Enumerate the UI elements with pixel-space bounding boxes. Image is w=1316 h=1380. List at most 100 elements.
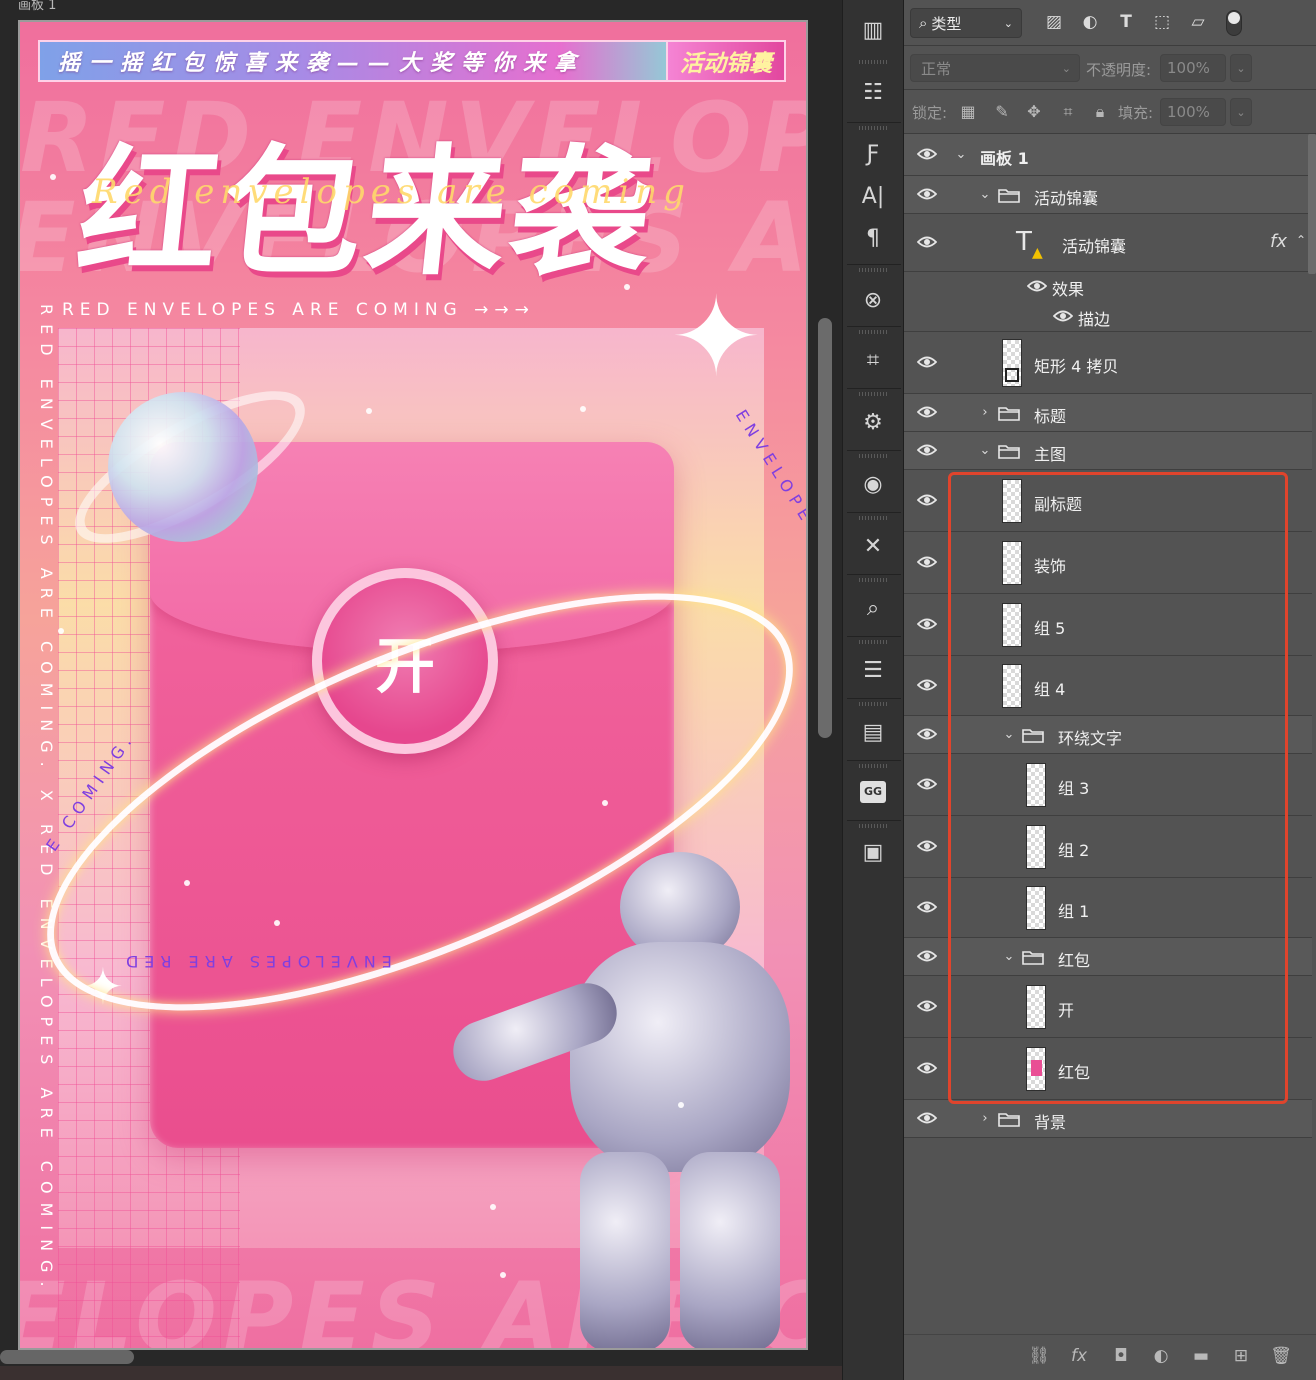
glyphs-icon[interactable]: Ƒ xyxy=(853,134,893,174)
visibility-eye-icon[interactable] xyxy=(916,234,938,256)
visibility-eye-icon[interactable] xyxy=(916,776,938,798)
chevron-down-icon[interactable]: ⌄ xyxy=(1002,950,1016,964)
filter-type-select[interactable]: ⌕ 类型 ⌄ xyxy=(910,8,1022,38)
chevron-down-icon[interactable]: ⌄ xyxy=(978,188,992,202)
gg-icon[interactable]: GG xyxy=(853,772,893,812)
mask-icon[interactable]: ◘ xyxy=(1108,1343,1134,1369)
layer-row[interactable]: ⌄ 红包 xyxy=(904,938,1312,976)
lock-position-icon[interactable]: ✥ xyxy=(1022,100,1046,124)
fx-icon[interactable]: fx xyxy=(1066,1343,1092,1369)
visibility-eye-icon[interactable] xyxy=(916,554,938,576)
opacity-dropdown[interactable]: ⌄ xyxy=(1230,54,1252,82)
visibility-eye-icon[interactable] xyxy=(916,899,938,921)
magnify-icon[interactable]: ⌕ xyxy=(853,588,893,628)
layer-row[interactable]: 组 4 xyxy=(904,656,1312,716)
chevron-down-icon[interactable]: ⌄ xyxy=(954,148,968,162)
history-brush-icon[interactable]: ▥ xyxy=(853,10,893,50)
smart-object-filter-icon[interactable]: ▱ xyxy=(1186,12,1210,34)
lock-all-icon[interactable]: 🔒︎ xyxy=(1088,100,1112,124)
visibility-eye-icon[interactable] xyxy=(916,1110,938,1132)
visibility-eye-icon[interactable] xyxy=(916,186,938,208)
artboard[interactable]: RED ENVELOPES ENVELOPES ARE ELOPES ARE C… xyxy=(18,20,808,1350)
canvas-vertical-scrollbar[interactable] xyxy=(818,318,832,738)
chevron-down-icon[interactable]: ⌄ xyxy=(978,444,992,458)
shape-filter-icon[interactable]: ⬚ xyxy=(1150,12,1174,34)
canvas-horizontal-scrollbar[interactable] xyxy=(0,1350,134,1364)
layer-row[interactable]: 组 1 xyxy=(904,878,1312,938)
type-filter-icon[interactable]: T xyxy=(1114,12,1138,34)
collapse-effects-icon[interactable]: ⌃ xyxy=(1296,233,1306,247)
book-icon[interactable]: ▣ xyxy=(853,832,893,872)
layer-row[interactable]: 开 xyxy=(904,976,1312,1038)
chevron-right-icon[interactable]: › xyxy=(978,1112,992,1126)
visibility-eye-icon[interactable] xyxy=(916,838,938,860)
libraries-icon[interactable]: ☰ xyxy=(853,650,893,690)
adjustment-icon[interactable]: ◐ xyxy=(1148,1343,1174,1369)
layer-list-scrollbar[interactable] xyxy=(1308,134,1316,274)
adjustment-filter-icon[interactable]: ◐ xyxy=(1078,12,1102,34)
layer-row[interactable]: › 标题 xyxy=(904,394,1312,432)
layer-row[interactable]: ⌄ 活动锦囊 xyxy=(904,176,1312,214)
effect-eye-icon[interactable] xyxy=(1026,278,1048,300)
visibility-eye-icon[interactable] xyxy=(916,442,938,464)
character-icon[interactable]: A| xyxy=(853,176,893,216)
chevron-down-icon: ⌄ xyxy=(1003,16,1013,30)
blend-row: 正常 ⌄ 不透明度: 100% ⌄ xyxy=(904,46,1316,90)
visibility-eye-icon[interactable] xyxy=(916,726,938,748)
lock-transparent-icon[interactable]: ▦ xyxy=(956,100,980,124)
layer-row[interactable]: 红包 xyxy=(904,1038,1312,1100)
group-folder-icon[interactable]: ▬ xyxy=(1188,1343,1214,1369)
chevron-down-icon[interactable]: ⌄ xyxy=(1002,728,1016,742)
layer-row[interactable]: 组 5 xyxy=(904,594,1312,656)
layer-row[interactable]: 装饰 xyxy=(904,532,1312,594)
layers-panel: ⌕ 类型 ⌄ ▨ ◐ T ⬚ ▱ 正常 ⌄ 不透明度: 100% ⌄ 锁定: ▦… xyxy=(904,0,1316,1380)
filter-toggle[interactable] xyxy=(1226,10,1242,36)
chevron-right-icon[interactable]: › xyxy=(978,406,992,420)
layer-row[interactable]: 描边 xyxy=(904,300,1312,332)
visibility-eye-icon[interactable] xyxy=(916,948,938,970)
plugins-icon[interactable]: ⚙ xyxy=(853,402,893,442)
visibility-eye-icon[interactable] xyxy=(916,616,938,638)
actions-icon[interactable]: ▤ xyxy=(853,712,893,752)
visibility-eye-icon[interactable] xyxy=(916,492,938,514)
effect-eye-icon[interactable] xyxy=(1052,308,1074,330)
visibility-eye-icon[interactable] xyxy=(916,677,938,699)
layer-row[interactable]: 副标题 xyxy=(904,470,1312,532)
layer-row[interactable]: ⌄ 环绕文字 xyxy=(904,716,1312,754)
visibility-eye-icon[interactable] xyxy=(916,404,938,426)
layer-comps-icon[interactable]: ✕ xyxy=(853,526,893,566)
banner-text: 摇一摇红包惊喜来袭——大奖等你来拿 xyxy=(58,51,586,76)
blend-mode-select[interactable]: 正常 ⌄ xyxy=(910,54,1080,82)
layer-row[interactable]: 矩形 4 拷贝 xyxy=(904,332,1312,394)
layer-row[interactable]: ⌄ 画板 1 xyxy=(904,134,1312,176)
adjustments-icon[interactable]: ☷ xyxy=(853,72,893,112)
fill-field[interactable]: 100% xyxy=(1160,98,1226,126)
layer-row[interactable]: 效果 xyxy=(904,272,1312,300)
layer-row[interactable]: ⌄ 主图 xyxy=(904,432,1312,470)
3d-icon[interactable]: ⊗ xyxy=(853,280,893,320)
visibility-eye-icon[interactable] xyxy=(916,354,938,376)
lock-paint-icon[interactable]: ✎ xyxy=(990,100,1014,124)
comps-icon[interactable]: ◉ xyxy=(853,464,893,504)
layer-row[interactable]: 组 2 xyxy=(904,816,1312,878)
delete-icon[interactable]: 🗑︎ xyxy=(1268,1343,1294,1369)
layer-row[interactable]: 组 3 xyxy=(904,754,1312,816)
layer-name: 矩形 4 拷贝 xyxy=(1034,357,1119,376)
layer-name: 活动锦囊 xyxy=(1034,189,1099,208)
fx-badge[interactable]: fx xyxy=(1270,231,1287,252)
crop-icon[interactable]: ⌗ xyxy=(853,340,893,380)
layer-thumbnail xyxy=(1026,825,1046,869)
pixel-filter-icon[interactable]: ▨ xyxy=(1042,12,1066,34)
fill-dropdown[interactable]: ⌄ xyxy=(1230,98,1252,126)
lock-artboard-icon[interactable]: ⌗ xyxy=(1056,100,1080,124)
layer-row[interactable]: T ▲ fx ⌃ 活动锦囊 xyxy=(904,214,1312,272)
new-layer-icon[interactable]: ⊞ xyxy=(1228,1343,1254,1369)
paragraph-icon[interactable]: ¶ xyxy=(853,218,893,258)
link-icon[interactable]: ⛓ xyxy=(1026,1343,1052,1369)
visibility-eye-icon[interactable] xyxy=(916,998,938,1020)
document-canvas-area[interactable]: 画板 1 RED ENVELOPES ENVELOPES ARE ELOPES … xyxy=(0,0,842,1380)
layer-row[interactable]: › 背景 xyxy=(904,1100,1312,1138)
visibility-eye-icon[interactable] xyxy=(916,146,938,168)
opacity-field[interactable]: 100% xyxy=(1160,54,1226,82)
visibility-eye-icon[interactable] xyxy=(916,1060,938,1082)
